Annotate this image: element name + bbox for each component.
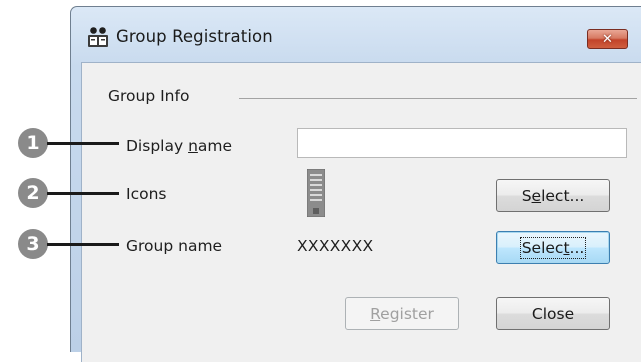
window-title: Group Registration: [116, 27, 273, 46]
display-name-label: Display name: [126, 137, 233, 155]
callout-number: 1: [18, 128, 48, 158]
group-info-divider: [239, 98, 637, 99]
group-info-heading: Group Info: [108, 87, 190, 105]
group-name-label: Group name: [126, 237, 223, 255]
title-bar[interactable]: Group Registration ✕: [71, 7, 641, 63]
display-name-input[interactable]: [297, 128, 627, 158]
callout-leader-line: [47, 142, 119, 145]
callout-number: 3: [18, 229, 48, 259]
server-tower-icon: [306, 168, 326, 218]
callout-2: 2: [0, 178, 128, 208]
close-window-button[interactable]: ✕: [587, 29, 628, 49]
icons-label: Icons: [126, 185, 167, 203]
group-name-value: XXXXXXX: [297, 237, 374, 255]
callout-1: 1: [0, 128, 128, 158]
select-group-button-label: Select...: [519, 236, 587, 259]
group-registration-window: Group Registration ✕ Group Info Display …: [70, 6, 641, 362]
close-icon: ✕: [602, 31, 613, 47]
close-button[interactable]: Close: [496, 297, 610, 330]
dialog-body: Group Info Display name Icons Select...: [81, 62, 641, 362]
register-button[interactable]: Register: [345, 297, 459, 330]
select-icon-button-label: Select...: [521, 186, 585, 205]
callout-leader-line: [47, 192, 119, 195]
select-group-button[interactable]: Select...: [496, 231, 610, 264]
callout-leader-line: [47, 243, 119, 246]
group-registration-icon: [87, 26, 109, 48]
register-button-label: Register: [370, 304, 434, 323]
select-icon-button[interactable]: Select...: [496, 179, 610, 212]
callout-3: 3: [0, 229, 128, 259]
callout-number: 2: [18, 178, 48, 208]
close-button-label: Close: [531, 304, 575, 323]
